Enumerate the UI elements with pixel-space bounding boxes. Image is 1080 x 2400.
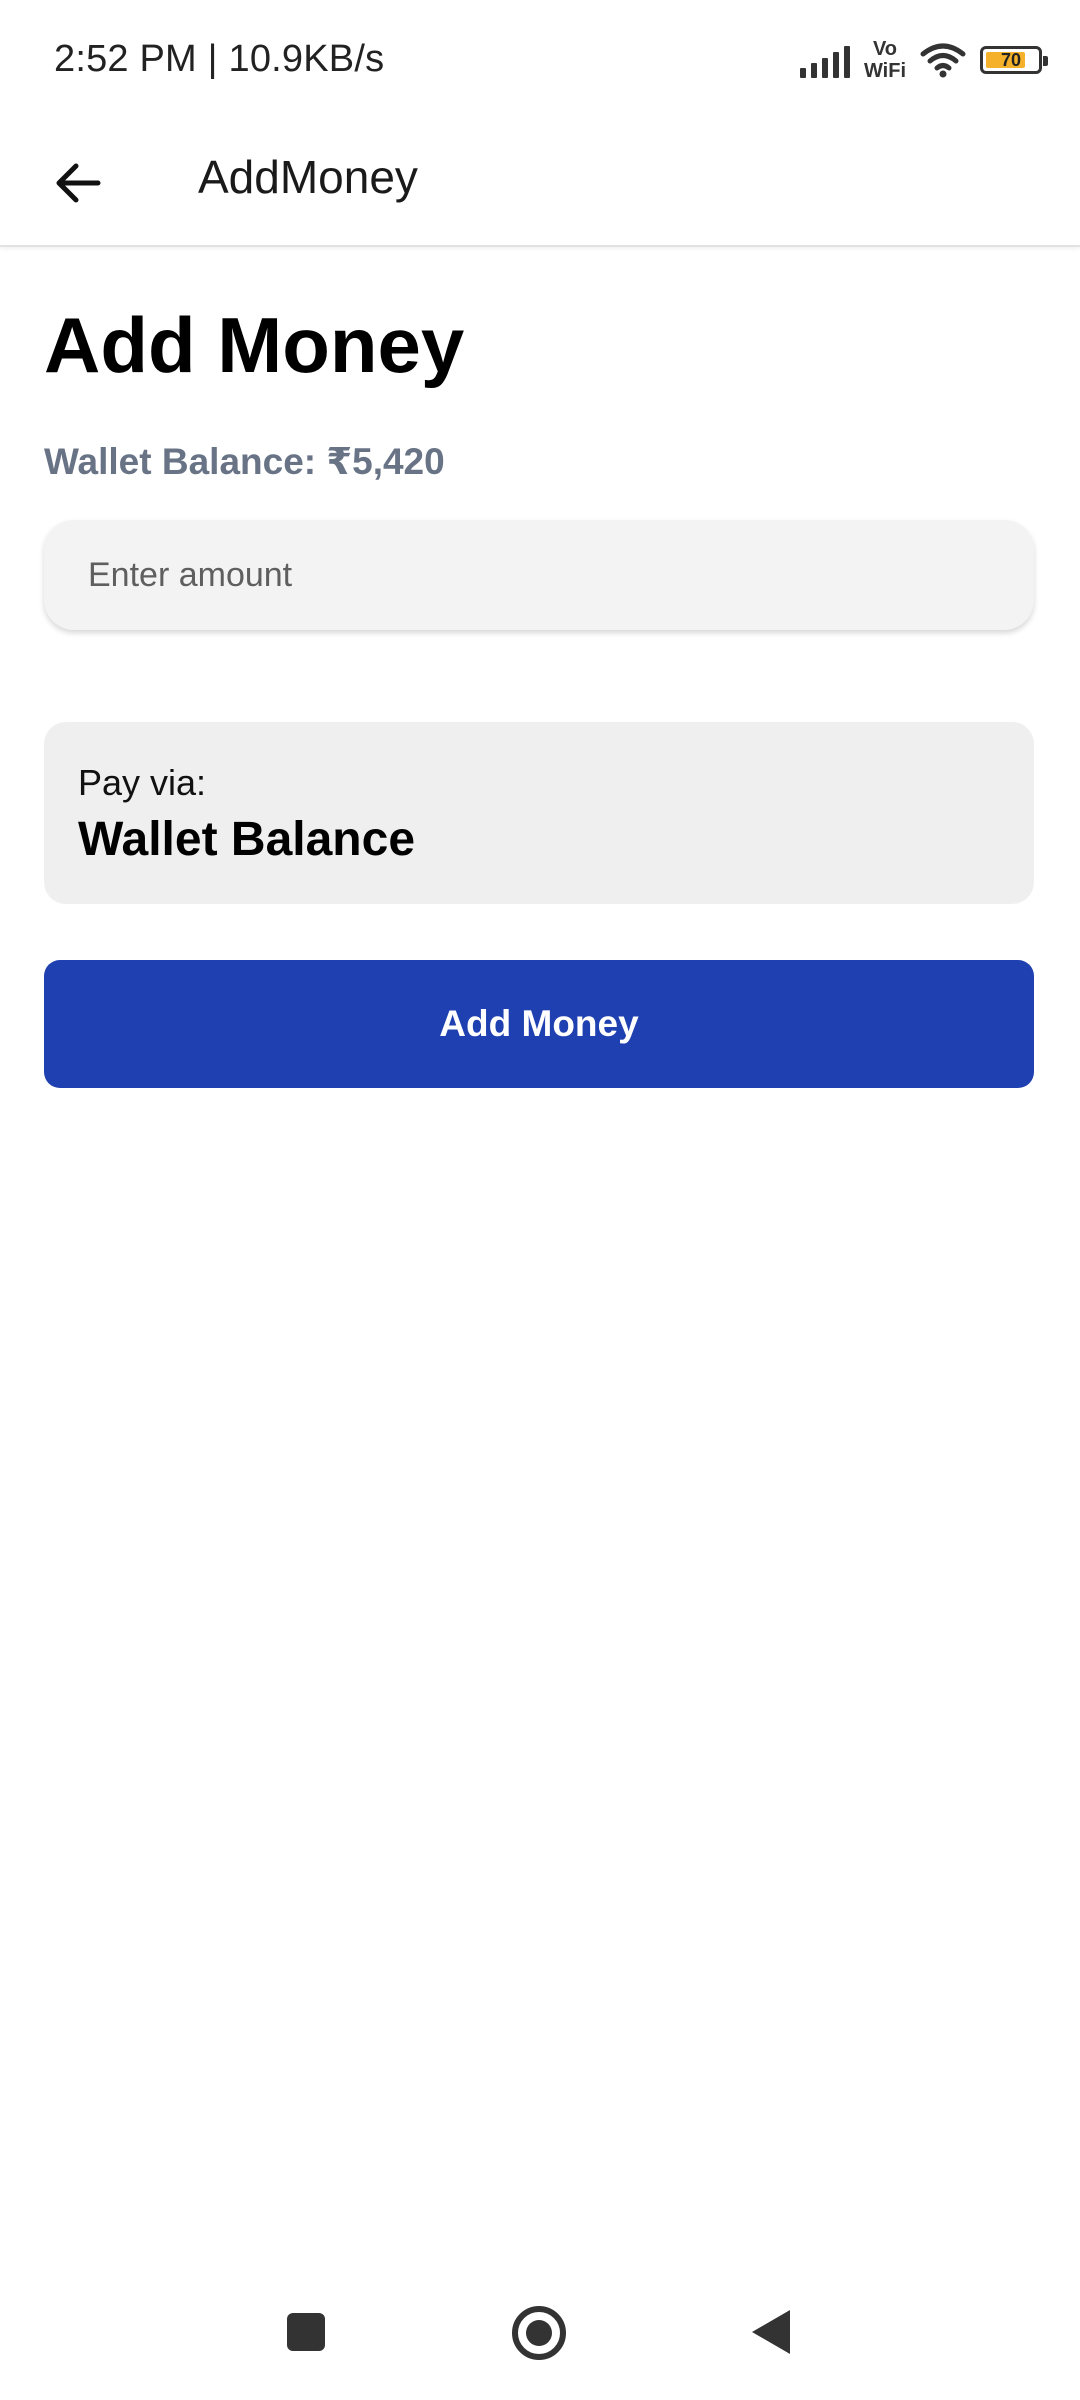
app-title: AddMoney	[198, 151, 418, 203]
system-back-button[interactable]	[752, 2310, 790, 2354]
signal-icon	[799, 42, 850, 78]
page-title: Add Money	[44, 301, 465, 389]
app-bar: AddMoney	[0, 125, 1080, 247]
back-button[interactable]	[40, 145, 116, 221]
status-icons: Vo WiFi 70	[799, 30, 1048, 90]
pay-via-label: Pay via:	[78, 762, 207, 803]
arrow-left-icon	[56, 163, 101, 203]
add-money-button[interactable]: Add Money	[44, 960, 1034, 1088]
wifi-icon	[920, 42, 966, 78]
wallet-balance-text: Wallet Balance: ₹5,420	[44, 441, 445, 482]
amount-input[interactable]	[44, 520, 1034, 630]
recents-button[interactable]	[287, 2313, 325, 2351]
vowifi-icon: Vo WiFi	[863, 38, 906, 82]
home-button[interactable]	[512, 2306, 566, 2360]
circle-icon	[526, 2320, 552, 2346]
pay-via-method: Wallet Balance	[78, 813, 416, 866]
status-bar: 2:52 PM | 10.9KB/s Vo WiFi 70	[0, 0, 1080, 125]
pay-via-card[interactable]: Pay via: Wallet Balance	[44, 722, 1034, 904]
status-time: 2:52 PM | 10.9KB/s	[54, 38, 385, 80]
battery-icon: 70	[980, 46, 1048, 74]
